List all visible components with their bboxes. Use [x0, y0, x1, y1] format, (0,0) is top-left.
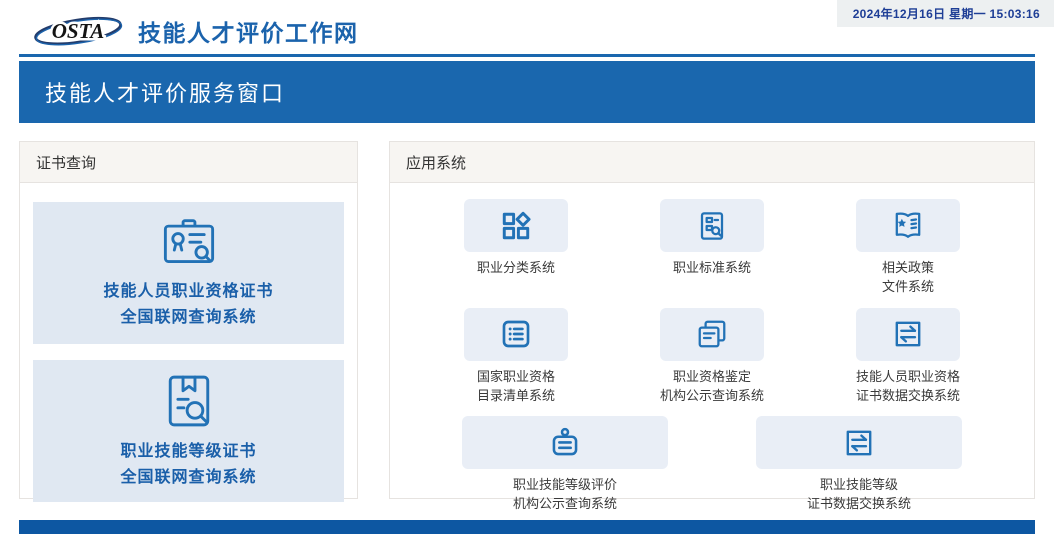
cert-query-title: 证书查询	[36, 155, 96, 172]
badge-lines-icon	[548, 426, 582, 460]
app-item-label: 职业技能等级评价	[513, 476, 617, 495]
header-divider	[19, 54, 1035, 57]
app-systems-body: 职业分类系统 职业标准系统	[390, 183, 1034, 514]
app-item-label: 文件系统	[882, 278, 934, 297]
osta-logo[interactable]: OSTA	[32, 12, 124, 50]
banner-title: 技能人才评价服务窗口	[45, 76, 285, 108]
app-item-qualification-cert-data-exchange[interactable]: 技能人员职业资格 证书数据交换系统	[818, 308, 998, 406]
qualification-cert-search-icon	[158, 216, 220, 270]
app-tile	[464, 199, 568, 252]
card-label-line: 全国联网查询系统	[120, 465, 256, 491]
app-tile	[856, 199, 960, 252]
app-item-skill-level-cert-data-exchange[interactable]: 职业技能等级 证书数据交换系统	[729, 416, 989, 514]
service-window-banner: 技能人才评价服务窗口	[19, 61, 1035, 123]
datetime-display: 2024年12月16日 星期一 15:03:16	[837, 0, 1054, 27]
stacked-pages-icon	[696, 318, 728, 350]
app-item-national-qualification-catalog[interactable]: 国家职业资格 目录清单系统	[426, 308, 606, 406]
policy-book-icon	[891, 210, 925, 242]
app-tile	[660, 308, 764, 361]
app-row-1: 职业分类系统 职业标准系统	[418, 199, 1006, 297]
app-item-label: 职业资格鉴定	[673, 368, 751, 387]
app-systems-panel-header: 应用系统	[390, 142, 1034, 183]
cert-query-panel-header: 证书查询	[20, 142, 357, 183]
app-item-policy-documents[interactable]: 相关政策 文件系统	[818, 199, 998, 297]
catalog-list-icon	[500, 318, 532, 350]
osta-logo-icon: OSTA	[32, 12, 124, 50]
app-tile	[464, 308, 568, 361]
app-item-label: 职业技能等级	[820, 476, 898, 495]
app-item-label: 国家职业资格	[477, 368, 555, 387]
card-label-line: 全国联网查询系统	[120, 305, 256, 331]
app-item-skill-level-institution-query[interactable]: 职业技能等级评价 机构公示查询系统	[435, 416, 695, 514]
app-row-2: 国家职业资格 目录清单系统 职业资格鉴定 机构公示查询系统	[418, 308, 1006, 406]
cert-query-panel: 证书查询 技能人员职业资格证书 全国联网查询系统	[19, 141, 358, 499]
app-item-label: 证书数据交换系统	[807, 495, 911, 514]
data-exchange-icon	[892, 318, 924, 350]
app-item-label: 职业分类系统	[477, 259, 555, 278]
app-tile	[856, 308, 960, 361]
app-item-label: 技能人员职业资格	[856, 368, 960, 387]
app-systems-panel: 应用系统 职业分类系统	[389, 141, 1035, 499]
data-exchange-icon	[843, 427, 875, 459]
app-item-label: 机构公示查询系统	[660, 387, 764, 406]
app-item-label: 相关政策	[882, 259, 934, 278]
skill-level-cert-query-card[interactable]: 职业技能等级证书 全国联网查询系统	[33, 360, 344, 502]
app-item-occupation-classification[interactable]: 职业分类系统	[426, 199, 606, 297]
cert-query-body: 技能人员职业资格证书 全国联网查询系统 职业技能等级证书 全国联网查询系统	[20, 183, 357, 537]
card-label-line: 职业技能等级证书	[120, 439, 256, 465]
svg-text:OSTA: OSTA	[52, 19, 105, 43]
qualification-cert-query-card[interactable]: 技能人员职业资格证书 全国联网查询系统	[33, 202, 344, 344]
app-item-occupation-standard[interactable]: 职业标准系统	[622, 199, 802, 297]
app-item-label: 职业标准系统	[673, 259, 751, 278]
app-systems-title: 应用系统	[406, 155, 466, 172]
card-label-line: 技能人员职业资格证书	[103, 279, 273, 305]
skill-level-cert-search-icon	[161, 372, 217, 430]
app-item-label: 目录清单系统	[477, 387, 555, 406]
document-search-icon	[696, 210, 728, 242]
main-content: 证书查询 技能人员职业资格证书 全国联网查询系统	[19, 141, 1035, 499]
app-row-3: 职业技能等级评价 机构公示查询系统 职业技能等级 证书数据	[418, 416, 1006, 514]
app-tile	[462, 416, 668, 469]
category-grid-icon	[500, 210, 532, 242]
app-item-appraisal-institution-query[interactable]: 职业资格鉴定 机构公示查询系统	[622, 308, 802, 406]
app-tile	[756, 416, 962, 469]
app-tile	[660, 199, 764, 252]
app-item-label: 机构公示查询系统	[513, 495, 617, 514]
app-item-label: 证书数据交换系统	[856, 387, 960, 406]
site-title: 技能人才评价工作网	[138, 14, 359, 48]
